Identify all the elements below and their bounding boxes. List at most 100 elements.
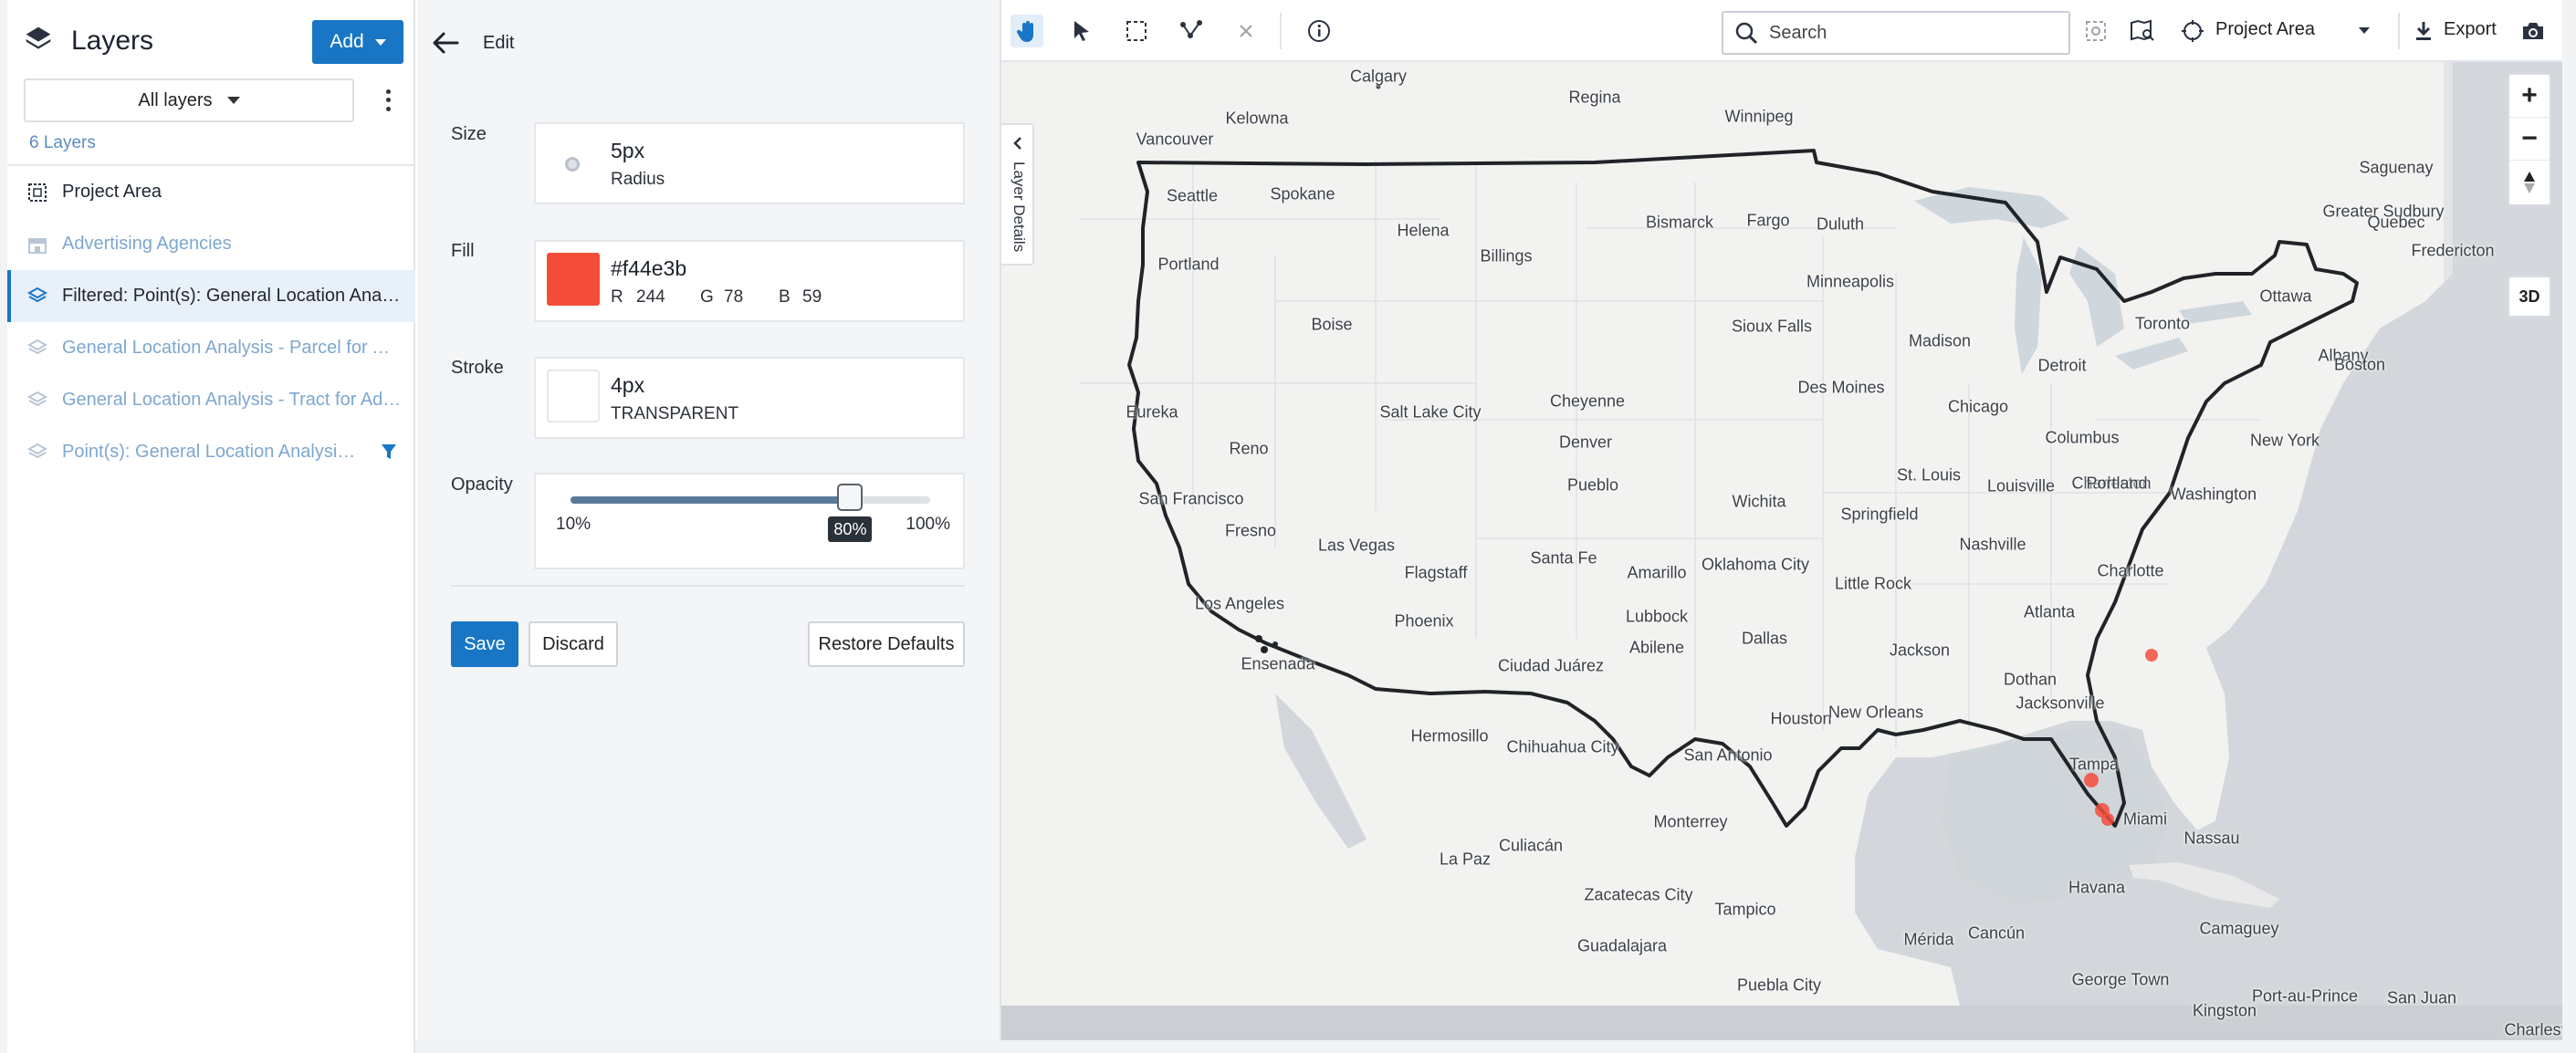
city-label: Flagstaff bbox=[1404, 563, 1468, 582]
zoom-in-button[interactable]: + bbox=[2509, 75, 2550, 118]
filter-funnel-icon[interactable] bbox=[381, 443, 397, 466]
fill-g-value: 78 bbox=[724, 287, 744, 307]
layer-filter-select[interactable]: All layers bbox=[24, 78, 354, 122]
stroke-card[interactable]: 4px TRANSPARENT bbox=[534, 357, 965, 439]
layer-item-filtered-points[interactable]: Filtered: Point(s): General Location Ana… bbox=[7, 270, 415, 322]
fill-card[interactable]: #f44e3b R 244 G 78 B 59 bbox=[534, 240, 965, 322]
add-layer-button[interactable]: Add bbox=[312, 20, 403, 64]
data-point[interactable] bbox=[2145, 649, 2158, 662]
layers-title: Layers bbox=[71, 26, 154, 56]
stack-icon bbox=[26, 441, 49, 464]
point-radius-preview-icon bbox=[565, 157, 580, 172]
close-icon[interactable] bbox=[1230, 15, 1262, 47]
city-label: Columbus bbox=[2045, 428, 2120, 447]
stroke-sub: TRANSPARENT bbox=[611, 404, 739, 423]
more-options-icon[interactable] bbox=[376, 88, 400, 113]
city-label: Boise bbox=[1311, 315, 1353, 334]
city-label: Chihuahua City bbox=[1506, 737, 1619, 756]
city-label: Jackson bbox=[1889, 641, 1951, 660]
layer-item-parcel[interactable]: General Location Analysis - Parcel for A… bbox=[7, 322, 415, 374]
restore-defaults-button[interactable]: Restore Defaults bbox=[808, 621, 965, 667]
window-frame bbox=[0, 0, 7, 1053]
layer-details-label: Layer Details bbox=[1011, 162, 1028, 253]
layer-item-points[interactable]: Point(s): General Location Analysis - Pa… bbox=[7, 426, 415, 478]
map-view[interactable]: Calgary Regina Winnipeg Kelowna Vancouve… bbox=[1001, 0, 2562, 1040]
opacity-slider-handle[interactable] bbox=[837, 484, 864, 511]
city-label: Spokane bbox=[1270, 184, 1335, 203]
project-area-select[interactable]: Project Area bbox=[2215, 19, 2315, 40]
city-label: Oklahoma City bbox=[1701, 555, 1810, 574]
city-label: Cheyenne bbox=[1549, 391, 1626, 411]
city-label: Camaguey bbox=[2199, 919, 2279, 938]
data-point[interactable] bbox=[2101, 813, 2114, 826]
layer-item-tract[interactable]: General Location Analysis - Tract for Ad… bbox=[7, 374, 415, 426]
save-button[interactable]: Save bbox=[451, 621, 518, 667]
city-label: Nassau bbox=[2183, 829, 2240, 848]
city-label: Springfield bbox=[1840, 505, 1919, 524]
fill-g-label: G bbox=[700, 287, 714, 307]
fill-r-label: R bbox=[611, 287, 623, 307]
stack-icon bbox=[26, 337, 49, 360]
map-search-icon[interactable] bbox=[2079, 15, 2112, 47]
info-icon[interactable] bbox=[1303, 15, 1335, 47]
city-label: Toronto bbox=[2134, 314, 2191, 333]
opacity-max: 100% bbox=[906, 515, 950, 534]
divider bbox=[1280, 13, 1282, 49]
chevron-left-icon bbox=[1013, 137, 1021, 150]
city-label: Fresno bbox=[1224, 521, 1277, 540]
zoom-controls: + − bbox=[2508, 73, 2551, 206]
city-label: Pueblo bbox=[1566, 475, 1619, 495]
city-label: Ottawa bbox=[2259, 287, 2312, 306]
size-card[interactable]: 5px Radius bbox=[534, 122, 965, 204]
city-label: Portland bbox=[1157, 255, 1220, 274]
city-label: George Town bbox=[2071, 970, 2170, 989]
search-input[interactable] bbox=[1769, 22, 2061, 44]
layer-label: Filtered: Point(s): General Location Ana… bbox=[62, 286, 402, 306]
city-label: Salt Lake City bbox=[1379, 402, 1482, 422]
back-arrow-icon[interactable] bbox=[430, 27, 461, 58]
map-layers-icon[interactable] bbox=[2126, 15, 2159, 47]
layer-details-tab[interactable]: Layer Details bbox=[1001, 123, 1034, 266]
city-label: Dallas bbox=[1741, 629, 1788, 648]
city-label: Puebla City bbox=[1736, 975, 1822, 995]
city-label: Havana bbox=[2068, 878, 2126, 897]
map-search-box[interactable] bbox=[1722, 11, 2070, 55]
opacity-card: 80% 10% 100% bbox=[534, 473, 965, 569]
rectangle-select-icon[interactable] bbox=[1120, 15, 1153, 47]
compass-icon[interactable] bbox=[2509, 161, 2550, 203]
city-label: Reno bbox=[1229, 439, 1269, 458]
city-label: Atlanta bbox=[2023, 602, 2076, 621]
window-frame bbox=[2562, 0, 2576, 1053]
stroke-color-swatch[interactable] bbox=[547, 370, 600, 422]
fill-color-swatch[interactable] bbox=[547, 253, 600, 306]
city-label: Louisville bbox=[1986, 476, 2056, 495]
chevron-down-icon[interactable] bbox=[2348, 15, 2381, 47]
data-point[interactable] bbox=[2084, 773, 2099, 787]
stack-icon bbox=[26, 389, 49, 412]
discard-button[interactable]: Discard bbox=[529, 621, 618, 667]
city-label: Little Rock bbox=[1834, 574, 1912, 593]
layers-header: Layers bbox=[24, 20, 153, 62]
city-label: Calgary bbox=[1349, 67, 1408, 86]
layer-item-project-area[interactable]: Project Area bbox=[7, 166, 415, 218]
city-label: San Francisco bbox=[1138, 489, 1244, 508]
layer-label: Point(s): General Location Analysis - Pa… bbox=[62, 442, 363, 462]
add-button-label: Add bbox=[330, 31, 364, 52]
city-label: Amarillo bbox=[1627, 563, 1687, 582]
opacity-slider-track[interactable]: 80% bbox=[571, 484, 930, 542]
city-label: Chicago bbox=[1947, 397, 2009, 416]
camera-icon[interactable] bbox=[2517, 15, 2550, 47]
download-icon[interactable] bbox=[2407, 15, 2440, 47]
pointer-icon[interactable] bbox=[1065, 15, 1098, 47]
toggle-3d-button[interactable]: 3D bbox=[2508, 276, 2551, 318]
city-label: Des Moines bbox=[1797, 378, 1885, 397]
city-label: Charlest bbox=[2504, 1020, 2562, 1039]
layer-item-advertising-agencies[interactable]: Advertising Agencies bbox=[7, 218, 415, 270]
export-button[interactable]: Export bbox=[2444, 19, 2497, 40]
city-label: Nashville bbox=[1959, 535, 2026, 554]
polyline-icon[interactable] bbox=[1175, 15, 1208, 47]
city-label: Fargo bbox=[1746, 211, 1790, 230]
zoom-out-button[interactable]: − bbox=[2509, 118, 2550, 161]
hand-pan-icon[interactable] bbox=[1011, 15, 1043, 47]
fill-r-value: 244 bbox=[636, 287, 665, 307]
